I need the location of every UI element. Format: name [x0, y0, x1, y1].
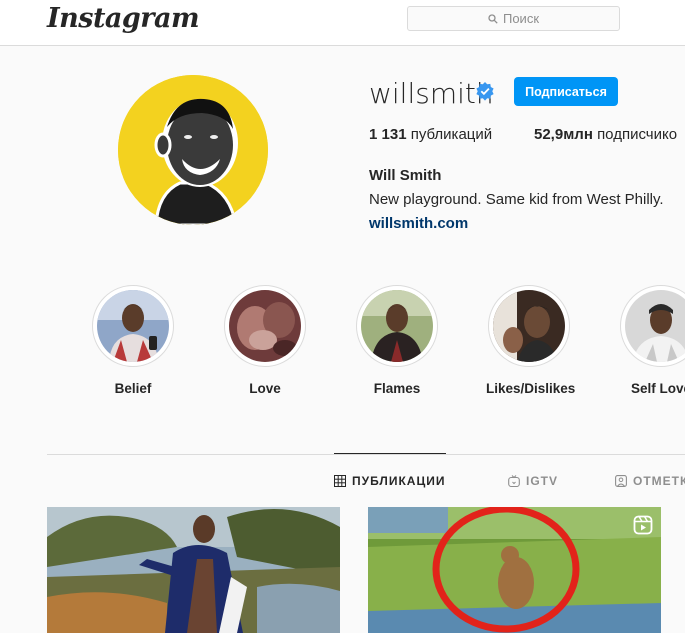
highlight-flames[interactable]: Flames: [354, 285, 440, 396]
tab-tagged[interactable]: ОТМЕТК: [615, 474, 685, 488]
highlight-love[interactable]: Love: [222, 285, 308, 396]
tabs-divider: [47, 454, 685, 455]
followers-count-label: подписчико: [597, 126, 678, 143]
search-icon: [488, 13, 498, 24]
profile-website-link[interactable]: willsmith.com: [369, 215, 468, 232]
tab-publications[interactable]: ПУБЛИКАЦИИ: [334, 474, 445, 488]
highlight-belief[interactable]: Belief: [90, 285, 176, 396]
tab-label: IGTV: [526, 474, 559, 488]
tab-label: ПУБЛИКАЦИИ: [352, 474, 446, 488]
highlight-self-love[interactable]: Self Love: [618, 285, 685, 396]
profile-full-name: Will Smith: [369, 167, 442, 184]
avatar-portrait: [118, 75, 268, 225]
post-thumbnail[interactable]: [47, 507, 340, 633]
highlight-ring: [488, 285, 570, 367]
grid-icon: [334, 475, 346, 487]
highlight-label: Flames: [373, 381, 421, 396]
posts-count-value: 1 131: [369, 126, 407, 143]
profile-avatar[interactable]: [118, 75, 268, 225]
tab-label: ОТМЕТК: [633, 474, 685, 488]
followers-count-value: 52,9млн: [534, 126, 593, 143]
profile-bio: New playground. Same kid from West Phill…: [369, 191, 664, 208]
igtv-icon: [508, 475, 520, 487]
active-tab-indicator: [334, 453, 446, 454]
posts-count-label: публикаций: [410, 126, 493, 143]
highlight-cover: [625, 290, 685, 362]
highlight-label: Likes/Dislikes: [486, 381, 576, 396]
highlight-cover: [361, 290, 433, 362]
top-navigation-bar: Instagram Поиск: [0, 0, 685, 46]
post-image: [47, 507, 340, 633]
highlight-ring: [356, 285, 438, 367]
followers-count-stat[interactable]: 52,9млн подписчико: [534, 126, 677, 143]
post-image: [368, 507, 661, 633]
verified-badge-icon: [476, 82, 494, 101]
highlight-cover: [229, 290, 301, 362]
highlight-label: Self Love: [630, 381, 685, 396]
instagram-logo[interactable]: Instagram: [47, 3, 200, 34]
highlight-ring: [92, 285, 174, 367]
highlight-cover: [493, 290, 565, 362]
post-thumbnail[interactable]: [368, 507, 661, 633]
tab-igtv[interactable]: IGTV: [508, 474, 558, 488]
highlight-cover: [97, 290, 169, 362]
follow-button[interactable]: Подписаться: [514, 77, 618, 106]
highlight-ring: [224, 285, 306, 367]
highlight-label: Belief: [114, 381, 152, 396]
search-placeholder: Поиск: [502, 11, 540, 26]
highlight-ring: [620, 285, 685, 367]
highlight-label: Love: [249, 381, 281, 396]
highlight-likes-dislikes[interactable]: Likes/Dislikes: [486, 285, 576, 396]
posts-count-stat[interactable]: 1 131 публикаций: [369, 126, 492, 143]
reels-icon: [633, 515, 653, 535]
search-input[interactable]: Поиск: [407, 6, 620, 31]
tagged-icon: [615, 475, 627, 487]
